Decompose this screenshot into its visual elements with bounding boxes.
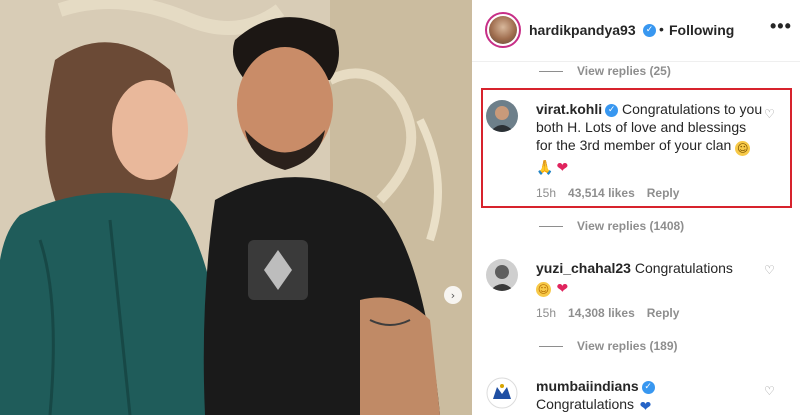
replies-divider-line	[539, 345, 563, 347]
more-options-icon[interactable]: •••	[770, 16, 792, 37]
comment-likes[interactable]: 14,308 likes	[568, 306, 635, 320]
comment-timestamp: 15h	[536, 186, 557, 200]
comment-likes[interactable]: 43,514 likes	[568, 186, 635, 200]
author-avatar[interactable]	[485, 12, 521, 48]
following-button[interactable]: Following	[669, 22, 734, 38]
reply-button[interactable]: Reply	[647, 306, 680, 320]
view-replies-button[interactable]: View replies (25)	[539, 64, 671, 78]
commenter-username[interactable]: yuzi_chahal23	[536, 260, 631, 276]
like-heart-icon[interactable]: ♡	[764, 107, 775, 121]
view-replies-button[interactable]: View replies (189)	[539, 339, 678, 353]
reply-button[interactable]: Reply	[647, 186, 680, 200]
header-separator: •	[659, 21, 664, 37]
blue-heart-emoji-icon: ❤	[639, 399, 652, 415]
comment-text: Congratulations	[536, 396, 635, 412]
heart-emoji-icon: ❤	[556, 160, 569, 176]
view-replies-label: View replies (1408)	[577, 219, 685, 233]
comment-body: virat.kohli ✓ Congratulations to you both…	[536, 100, 766, 176]
comment-meta: 15h 43,514 likes Reply	[536, 186, 679, 200]
blush-emoji-icon: ☺	[536, 282, 551, 297]
replies-divider-line	[539, 225, 563, 227]
commenter-avatar[interactable]	[486, 377, 518, 409]
verified-badge-icon: ✓	[643, 24, 656, 37]
comment-text: Congratulations	[634, 260, 733, 276]
commenter-avatar[interactable]	[486, 259, 518, 291]
verified-badge-icon: ✓	[605, 103, 619, 117]
comment-body: yuzi_chahal23 Congratulations ☺ ❤	[536, 259, 766, 297]
commenter-username[interactable]: mumbaiindians	[536, 378, 639, 394]
comment-timestamp: 15h	[536, 306, 557, 320]
smile-emoji-icon: ☺	[735, 141, 751, 156]
view-replies-label: View replies (189)	[577, 339, 678, 353]
like-heart-icon[interactable]: ♡	[764, 263, 775, 277]
author-username[interactable]: hardikpandya93	[529, 22, 636, 38]
commenter-username[interactable]: virat.kohli	[536, 101, 602, 117]
view-replies-button[interactable]: View replies (1408)	[539, 219, 684, 233]
post-header: hardikpandya93 ✓ • Following •••	[472, 0, 800, 62]
comments-panel: hardikpandya93 ✓ • Following ••• View re…	[472, 0, 800, 415]
like-heart-icon[interactable]: ♡	[764, 384, 775, 398]
commenter-avatar[interactable]	[486, 100, 518, 132]
view-replies-label: View replies (25)	[577, 64, 671, 78]
couple-photo-illustration	[0, 0, 472, 415]
comment-meta: 15h 14,308 likes Reply	[536, 306, 679, 320]
replies-divider-line	[539, 70, 563, 72]
heart-emoji-icon: ❤	[556, 281, 569, 297]
comment-body: mumbaiindians ✓ Congratulations ❤	[536, 377, 766, 415]
verified-badge-icon: ✓	[641, 380, 655, 394]
chevron-right-icon: ›	[450, 288, 456, 302]
carousel-next-button[interactable]: ›	[444, 286, 462, 304]
pray-emoji-icon: 🙏	[536, 160, 554, 176]
post-photo: ›	[0, 0, 472, 415]
